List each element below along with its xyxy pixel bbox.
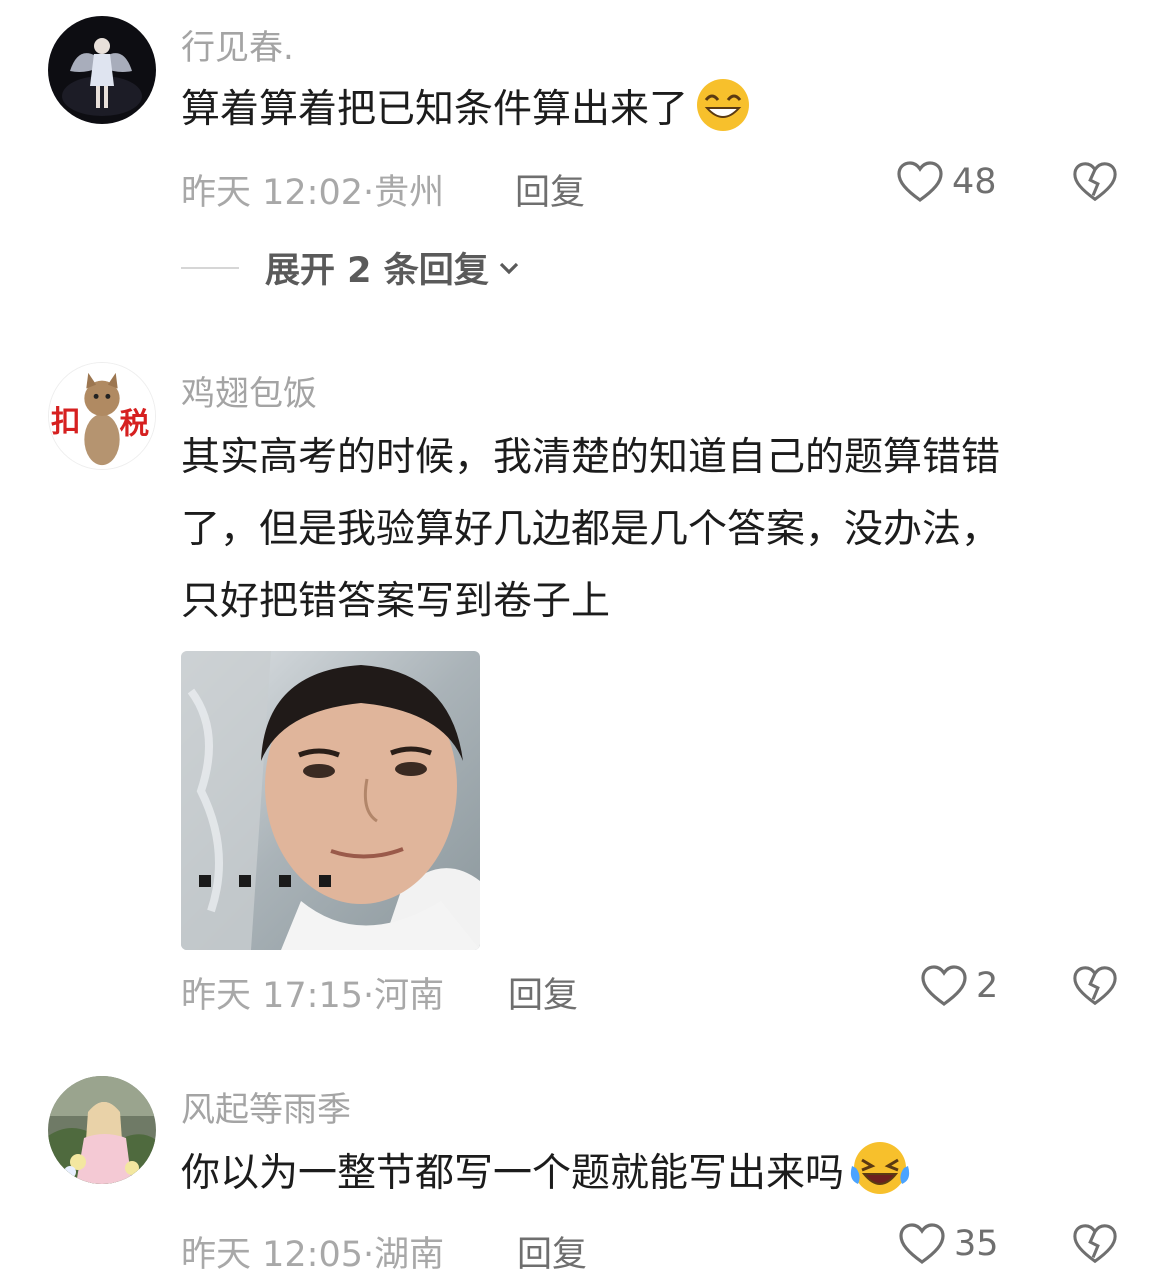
smile-emoji-icon — [694, 78, 752, 156]
reply-button[interactable]: 回复 — [515, 164, 585, 215]
comment-text: 你以为一整节都写一个题就能写出来吗 — [181, 1138, 1121, 1220]
divider — [181, 266, 239, 269]
like-count: 35 — [954, 1224, 999, 1264]
meta-separator: · — [363, 976, 375, 1016]
dislike-button[interactable] — [1072, 964, 1118, 1012]
heart-icon — [921, 965, 967, 1006]
comment-meta: 昨天 12:02·贵州 — [181, 164, 444, 215]
dislike-button[interactable] — [1072, 1222, 1118, 1270]
heart-icon — [897, 161, 943, 202]
comment-meta: 昨天 17:15·河南 — [181, 967, 444, 1018]
meta-separator: · — [363, 173, 375, 213]
like-count: 48 — [952, 162, 997, 202]
meta-separator: · — [363, 1235, 375, 1275]
avatar[interactable] — [48, 1076, 156, 1184]
username[interactable]: 鸡翅包饭 — [181, 366, 317, 415]
comment-text-content: 算着算着把已知条件算出来了 — [181, 87, 689, 132]
comment-location: 河南 — [374, 976, 445, 1016]
comment-location: 湖南 — [374, 1235, 445, 1275]
dislike-button[interactable] — [1072, 160, 1118, 208]
username[interactable]: 风起等雨季 — [181, 1082, 351, 1131]
avatar[interactable] — [48, 16, 156, 124]
reply-button[interactable]: 回复 — [517, 1226, 587, 1277]
laughing-emoji-icon — [850, 1140, 910, 1220]
broken-heart-icon — [1073, 966, 1117, 1006]
avatar[interactable]: 扣 税 — [48, 362, 156, 470]
like-count: 2 — [976, 966, 999, 1006]
broken-heart-icon — [1073, 162, 1117, 202]
like-button[interactable]: 2 — [920, 964, 998, 1008]
comment-text-line: 其实高考的时候，我清楚的知道自己的题算错错 — [181, 435, 1001, 480]
comment-text-content: 你以为一整节都写一个题就能写出来吗 — [181, 1151, 845, 1196]
comment-location: 贵州 — [374, 173, 445, 213]
reply-button[interactable]: 回复 — [508, 967, 578, 1018]
comment-time: 昨天 12:05 — [181, 1235, 363, 1275]
like-button[interactable]: 35 — [898, 1222, 999, 1266]
svg-text:扣: 扣 — [51, 405, 80, 439]
username[interactable]: 行见春. — [181, 20, 294, 69]
comment-text-line: 了，但是我验算好几边都是几个答案，没办法， — [181, 507, 1001, 552]
chevron-down-icon — [499, 262, 518, 274]
comment-time: 昨天 12:02 — [181, 173, 363, 213]
comment-text-line: 只好把错答案写到卷子上 — [181, 579, 611, 624]
comment-text: 其实高考的时候，我清楚的知道自己的题算错错 了，但是我验算好几边都是几个答案，没… — [181, 422, 1121, 638]
svg-text:税: 税 — [120, 407, 149, 441]
expand-replies-button[interactable]: 展开 2 条回复 — [181, 242, 521, 293]
heart-icon — [899, 1223, 945, 1264]
expand-replies-label: 展开 2 条回复 — [265, 251, 489, 291]
broken-heart-icon — [1073, 1224, 1117, 1264]
like-button[interactable]: 48 — [896, 160, 997, 204]
comment-time: 昨天 17:15 — [181, 976, 363, 1016]
comment-meta: 昨天 12:05·湖南 — [181, 1226, 444, 1277]
comment-text: 算着算着把已知条件算出来了 — [181, 74, 1121, 156]
comment-image[interactable] — [181, 651, 480, 950]
